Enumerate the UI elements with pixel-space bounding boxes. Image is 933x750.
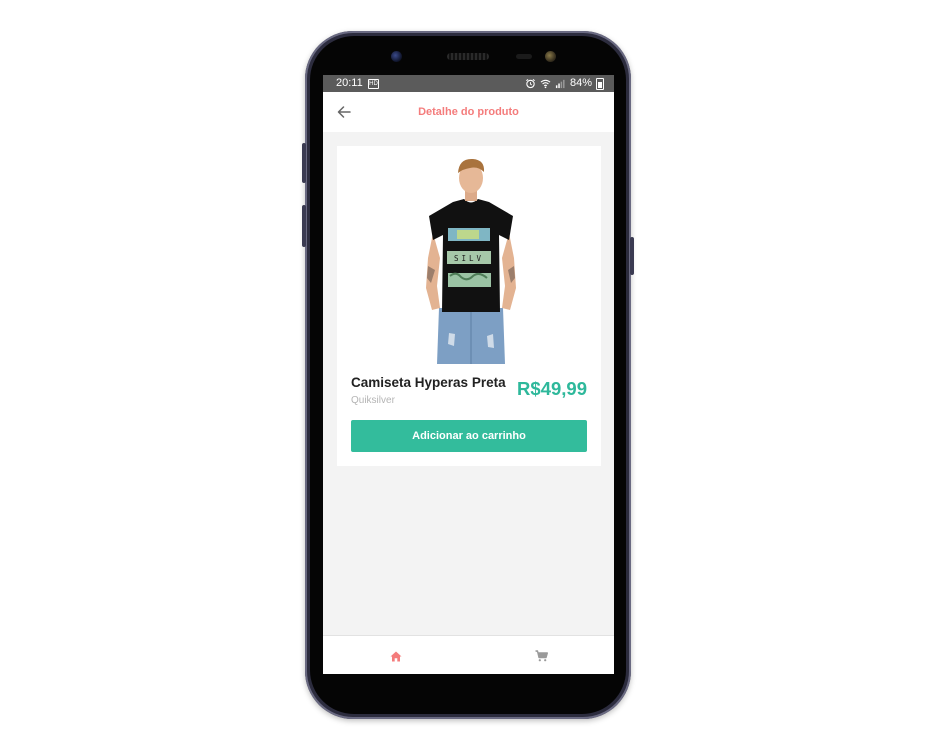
product-card: SILV Camiseta Hyperas Preta Quiksilver R…: [337, 146, 601, 466]
front-camera: [391, 51, 402, 62]
svg-text:SILV: SILV: [454, 254, 484, 263]
status-icons: 84%: [525, 75, 604, 92]
page-title: Detalhe do produto: [418, 106, 519, 118]
status-time: 20:11: [336, 77, 363, 89]
product-price: R$49,99: [517, 378, 587, 399]
earpiece-speaker: [447, 53, 489, 60]
light-sensor: [545, 51, 556, 62]
battery-percent: 84%: [569, 77, 592, 89]
add-to-cart-button[interactable]: Adicionar ao carrinho: [351, 420, 587, 452]
status-bar: 20:11 HD 84%: [323, 75, 614, 92]
wifi-icon: [540, 79, 551, 89]
product-brand: Quiksilver: [351, 395, 395, 406]
volume-up-button: [302, 143, 306, 183]
hd-notification-icon: HD: [368, 79, 379, 89]
product-name: Camiseta Hyperas Preta: [351, 375, 506, 390]
stage: 20:11 HD 84% Detalhe do produto SILV Cam…: [0, 0, 933, 750]
signal-icon: [555, 79, 565, 89]
volume-down-button: [302, 205, 306, 247]
battery-icon: [596, 77, 604, 90]
proximity-sensor: [516, 54, 532, 59]
power-button: [630, 237, 634, 275]
app-bar: Detalhe do produto: [323, 92, 614, 132]
cart-icon: [535, 650, 548, 662]
nav-cart[interactable]: [531, 647, 551, 665]
bottom-navigation: [323, 635, 614, 674]
screen: 20:11 HD 84% Detalhe do produto SILV Cam…: [323, 75, 614, 674]
product-photo: SILV: [426, 158, 516, 364]
alarm-icon: [526, 78, 535, 89]
home-icon: [390, 651, 402, 661]
nav-home[interactable]: [386, 647, 406, 665]
